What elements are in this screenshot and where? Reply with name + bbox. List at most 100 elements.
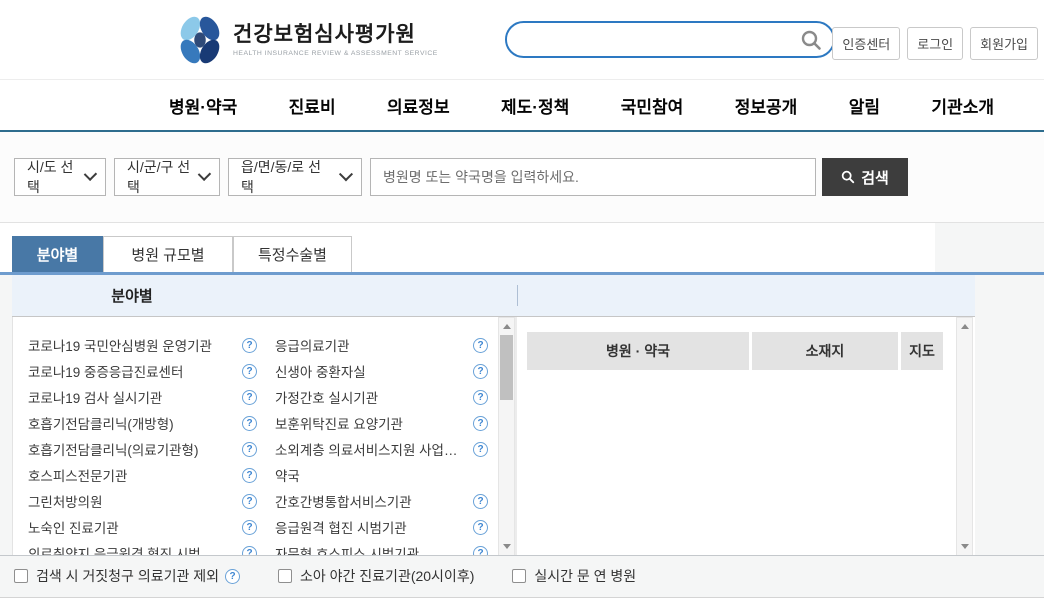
scroll-down-icon[interactable] bbox=[961, 544, 969, 549]
keyword-input[interactable] bbox=[370, 158, 816, 196]
scroll-down-icon[interactable] bbox=[503, 544, 511, 549]
checkbox[interactable] bbox=[512, 569, 526, 583]
help-icon[interactable]: ? bbox=[242, 494, 257, 509]
checkbox-exclude-false-claims[interactable]: 검색 시 거짓청구 의료기관 제외 ? bbox=[14, 566, 240, 586]
list-item[interactable]: 호흡기전담클리닉(의료기관형) ? bbox=[28, 436, 257, 462]
list-item[interactable]: 보훈위탁진료 요양기관 ? bbox=[275, 410, 488, 436]
list-item-label: 호흡기전담클리닉(의료기관형) bbox=[28, 439, 198, 459]
help-icon[interactable]: ? bbox=[242, 390, 257, 405]
checkbox[interactable] bbox=[14, 569, 28, 583]
checkbox-label: 실시간 문 연 병원 bbox=[534, 566, 636, 586]
checkbox-label: 소아 야간 진료기관(20시이후) bbox=[300, 566, 474, 586]
help-icon[interactable]: ? bbox=[225, 569, 240, 584]
list-item[interactable]: 그린처방의원 ? bbox=[28, 488, 257, 514]
help-icon[interactable]: ? bbox=[242, 338, 257, 353]
tab-by-surgery[interactable]: 특정수술별 bbox=[233, 236, 352, 272]
list-item[interactable]: 약국 bbox=[275, 462, 488, 488]
list-item[interactable]: 호스피스전문기관 ? bbox=[28, 462, 257, 488]
nav-item-notice[interactable]: 알림 bbox=[849, 93, 880, 118]
list-item[interactable]: 응급원격 협진 시범기관 ? bbox=[275, 514, 488, 540]
search-icon[interactable] bbox=[800, 29, 822, 51]
list-item-label: 코로나19 국민안심병원 운영기관 bbox=[28, 335, 212, 355]
scroll-up-icon[interactable] bbox=[961, 324, 969, 329]
tab-by-hospital-size[interactable]: 병원 규모별 bbox=[103, 236, 233, 272]
list-item[interactable]: 노숙인 진료기관 ? bbox=[28, 514, 257, 540]
help-icon[interactable]: ? bbox=[242, 442, 257, 457]
checkbox-pediatric-night-care[interactable]: 소아 야간 진료기관(20시이후) bbox=[278, 566, 474, 586]
column-header-hospital: 병원 · 약국 bbox=[527, 332, 749, 370]
help-icon[interactable]: ? bbox=[242, 468, 257, 483]
category-list: 코로나19 국민안심병원 운영기관 ? 코로나19 중증응급진료센터 ? 코로나… bbox=[13, 317, 498, 556]
sido-select[interactable]: 시/도 선택 bbox=[14, 158, 106, 196]
list-item[interactable]: 소외계층 의료서비스지원 사업… ? bbox=[275, 436, 488, 462]
category-tabs: 분야별 병원 규모별 특정수술별 bbox=[12, 236, 352, 272]
help-icon[interactable]: ? bbox=[242, 416, 257, 431]
list-scrollbar[interactable] bbox=[498, 317, 515, 556]
panel-header: 분야별 bbox=[12, 275, 975, 317]
panel-body: 코로나19 국민안심병원 운영기관 ? 코로나19 중증응급진료센터 ? 코로나… bbox=[12, 317, 975, 556]
scroll-up-icon[interactable] bbox=[503, 324, 511, 329]
checkbox-label: 검색 시 거짓청구 의료기관 제외 bbox=[36, 566, 219, 586]
header-search-input[interactable] bbox=[507, 32, 800, 48]
help-icon[interactable]: ? bbox=[473, 416, 488, 431]
list-item-label: 노숙인 진료기관 bbox=[28, 517, 119, 537]
list-item[interactable]: 간호간병통합서비스기관 ? bbox=[275, 488, 488, 514]
signup-button[interactable]: 회원가입 bbox=[970, 27, 1038, 60]
help-icon[interactable]: ? bbox=[473, 364, 488, 379]
help-icon[interactable]: ? bbox=[473, 494, 488, 509]
nav-item-policy[interactable]: 제도·정책 bbox=[501, 93, 569, 118]
list-item-label: 그린처방의원 bbox=[28, 491, 103, 511]
list-item[interactable]: 코로나19 검사 실시기관 ? bbox=[28, 384, 257, 410]
panel-header-divider bbox=[517, 285, 518, 306]
nav-item-disclosure[interactable]: 정보공개 bbox=[735, 93, 798, 118]
header-search bbox=[505, 21, 835, 58]
checkbox[interactable] bbox=[278, 569, 292, 583]
list-item[interactable]: 의료취약지 응급원격 협진 시범 ? bbox=[28, 540, 257, 556]
help-icon[interactable]: ? bbox=[242, 520, 257, 535]
list-item[interactable]: 자문형 호스피스 시범기관 ? bbox=[275, 540, 488, 556]
results-scrollbar[interactable] bbox=[956, 317, 973, 556]
list-item-label: 약국 bbox=[275, 465, 300, 485]
main-nav: 병원·약국 진료비 의료정보 제도·정책 국민참여 정보공개 알림 기관소개 bbox=[0, 80, 1044, 132]
auth-center-button[interactable]: 인증센터 bbox=[832, 27, 900, 60]
nav-item-participation[interactable]: 국민참여 bbox=[621, 93, 684, 118]
list-item[interactable]: 호흡기전담클리닉(개방형) ? bbox=[28, 410, 257, 436]
content-area: 분야별 병원 규모별 특정수술별 분야별 코로나19 국민안심병원 운영기관 ?… bbox=[0, 223, 1044, 597]
category-column-2: 응급의료기관 ? 신생아 중환자실 ? 가정간호 실시기관 ? 보훈위탁진료 요… bbox=[263, 332, 498, 556]
list-item[interactable]: 코로나19 국민안심병원 운영기관 ? bbox=[28, 332, 257, 358]
help-icon[interactable]: ? bbox=[473, 390, 488, 405]
column-header-location: 소재지 bbox=[752, 332, 898, 370]
category-column-1: 코로나19 국민안심병원 운영기관 ? 코로나19 중증응급진료센터 ? 코로나… bbox=[13, 332, 263, 556]
chevron-down-icon bbox=[198, 168, 211, 181]
logo[interactable]: 건강보험심사평가원 HEALTH INSURANCE REVIEW & ASSE… bbox=[177, 15, 438, 65]
list-item-label: 소외계층 의료서비스지원 사업… bbox=[275, 439, 457, 459]
help-icon[interactable]: ? bbox=[473, 338, 488, 353]
dong-select[interactable]: 읍/면/동/로 선택 bbox=[228, 158, 362, 196]
dong-select-label: 읍/면/동/로 선택 bbox=[241, 157, 331, 197]
footer-filter-strip: 검색 시 거짓청구 의료기관 제외 ? 소아 야간 진료기관(20시이후) 실시… bbox=[0, 555, 1044, 596]
chevron-down-icon bbox=[339, 167, 353, 181]
list-item-label: 응급원격 협진 시범기관 bbox=[275, 517, 407, 537]
nav-item-hospital-pharmacy[interactable]: 병원·약국 bbox=[169, 93, 237, 118]
list-item-label: 호스피스전문기관 bbox=[28, 465, 127, 485]
nav-item-medical-info[interactable]: 의료정보 bbox=[387, 93, 450, 118]
search-button[interactable]: 검색 bbox=[822, 158, 908, 196]
login-button[interactable]: 로그인 bbox=[907, 27, 963, 60]
sigungu-select[interactable]: 시/군/구 선택 bbox=[114, 158, 220, 196]
nav-item-about[interactable]: 기관소개 bbox=[931, 93, 994, 118]
nav-item-medical-fee[interactable]: 진료비 bbox=[289, 93, 336, 118]
checkbox-open-now[interactable]: 실시간 문 연 병원 bbox=[512, 566, 636, 586]
list-item[interactable]: 가정간호 실시기관 ? bbox=[275, 384, 488, 410]
list-item[interactable]: 신생아 중환자실 ? bbox=[275, 358, 488, 384]
panel-header-title: 분야별 bbox=[12, 275, 252, 316]
help-icon[interactable]: ? bbox=[473, 442, 488, 457]
scrollbar-thumb[interactable] bbox=[500, 335, 513, 400]
list-item[interactable]: 응급의료기관 ? bbox=[275, 332, 488, 358]
help-icon[interactable]: ? bbox=[242, 364, 257, 379]
tab-by-field[interactable]: 분야별 bbox=[12, 236, 103, 272]
results-table-header: 병원 · 약국 소재지 지도 bbox=[527, 332, 956, 370]
help-icon[interactable]: ? bbox=[473, 520, 488, 535]
list-item[interactable]: 코로나19 중증응급진료센터 ? bbox=[28, 358, 257, 384]
logo-butterfly-icon bbox=[177, 15, 223, 65]
sido-select-label: 시/도 선택 bbox=[27, 157, 76, 197]
